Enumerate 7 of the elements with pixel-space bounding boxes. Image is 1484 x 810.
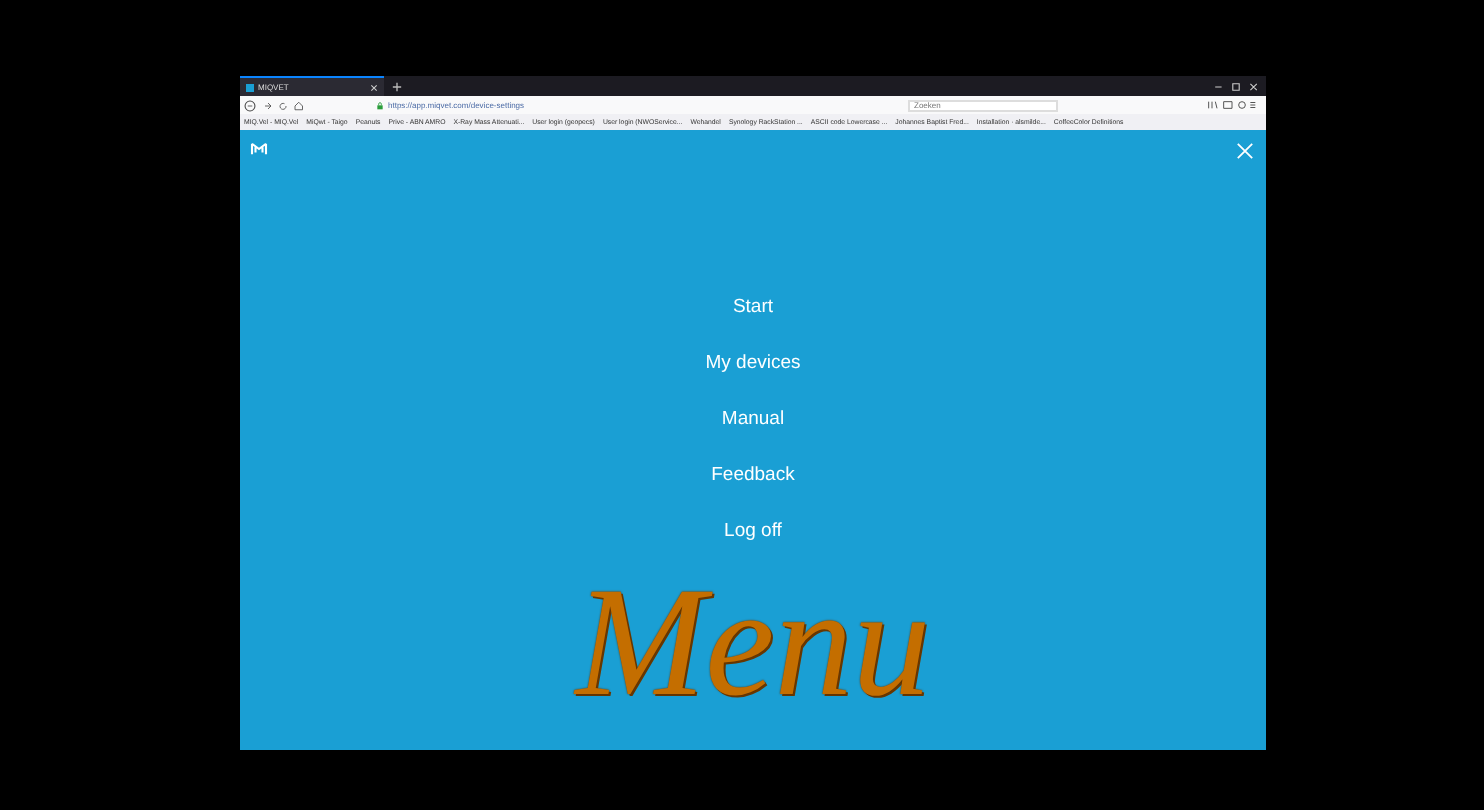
lock-icon (376, 101, 384, 109)
navigation-icons[interactable] (244, 99, 304, 111)
logo-icon (250, 142, 268, 156)
window-controls-icon[interactable] (1212, 81, 1260, 91)
plus-icon[interactable] (392, 81, 402, 91)
menu-caption: Menu (575, 572, 931, 712)
close-icon[interactable] (370, 83, 378, 91)
